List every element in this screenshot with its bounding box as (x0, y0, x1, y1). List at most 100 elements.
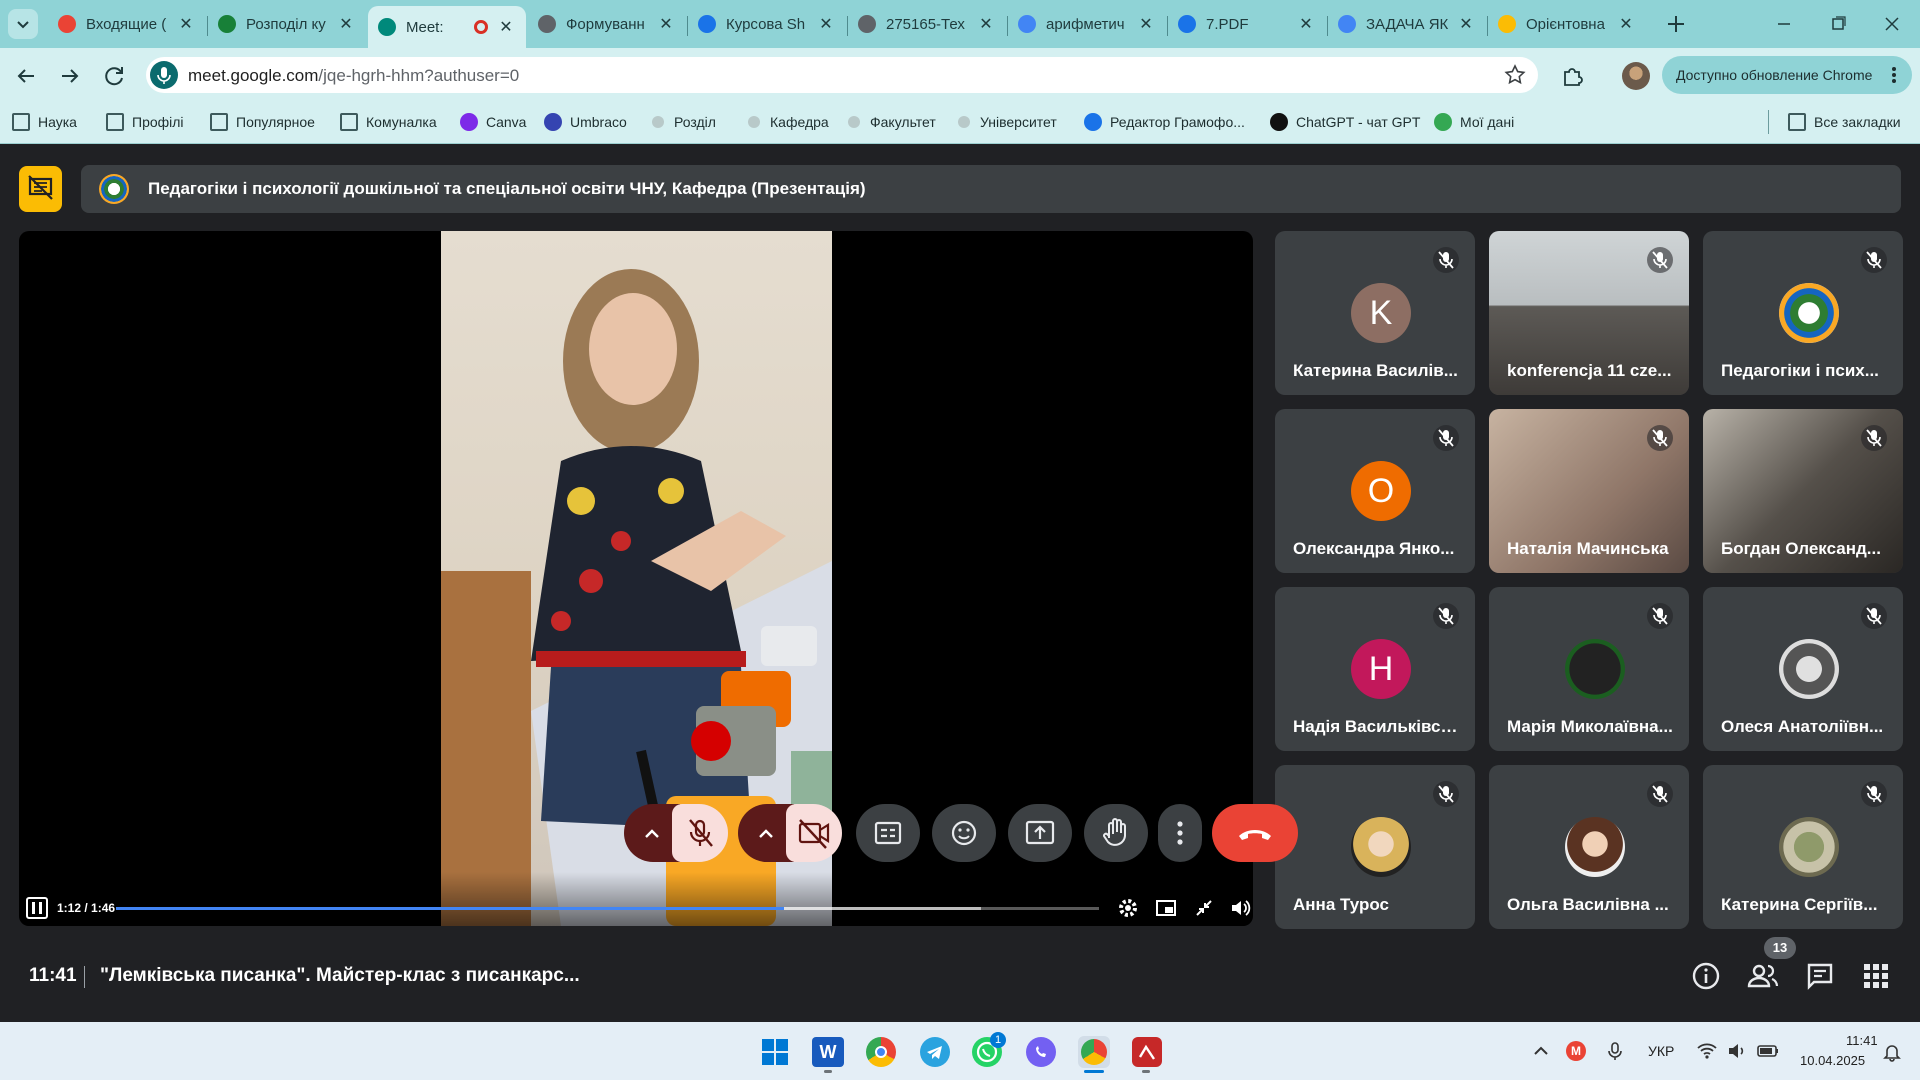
bookmark-12[interactable]: Мої дані (1434, 110, 1514, 134)
taskbar-chrome-active[interactable] (1078, 1036, 1110, 1068)
input-language[interactable]: УКР (1648, 1043, 1674, 1059)
tray-wifi[interactable] (1696, 1040, 1718, 1062)
people-button[interactable] (1746, 960, 1780, 992)
restore-button[interactable] (1818, 10, 1858, 38)
reactions-button[interactable] (932, 804, 996, 862)
avatar: H (1351, 639, 1411, 699)
tab-9[interactable]: Орієнтовна ✕ (1488, 6, 1646, 42)
tab-0[interactable]: Входящие (✕ (48, 6, 206, 42)
bookmark-4[interactable]: Canva (460, 110, 526, 134)
stop-presenting-button[interactable] (19, 166, 62, 212)
video-progress-track[interactable] (116, 907, 1099, 910)
miniplayer-button[interactable] (1155, 897, 1177, 919)
captions-button[interactable] (856, 804, 920, 862)
tray-battery[interactable] (1756, 1040, 1780, 1062)
all-bookmarks-button[interactable]: Все закладки (1788, 110, 1901, 134)
hang-up-icon (1239, 830, 1271, 840)
participant-tile[interactable]: Олеся Анатоліївн... (1703, 587, 1903, 751)
pause-button[interactable] (26, 897, 48, 919)
participant-tile[interactable]: K Катерина Василів... (1275, 231, 1475, 395)
raise-hand-button[interactable] (1084, 804, 1148, 862)
close-tab-icon[interactable]: ✕ (816, 14, 836, 34)
bookmark-0[interactable]: Наука (12, 110, 77, 134)
tab-8[interactable]: ЗАДАЧА ЯК ✕ (1328, 6, 1486, 42)
tray-overflow-button[interactable] (1530, 1040, 1552, 1062)
close-tab-icon[interactable]: ✕ (1456, 14, 1476, 34)
taskbar-viber[interactable] (1026, 1037, 1056, 1067)
video-settings-button[interactable] (1117, 897, 1139, 919)
extensions-button[interactable] (1558, 62, 1586, 90)
participant-tile[interactable]: O Олександра Янко... (1275, 409, 1475, 573)
bookmark-1[interactable]: Профілі (106, 110, 184, 134)
new-tab-button[interactable] (1662, 10, 1690, 38)
participant-tile[interactable]: Педагогіки і псих... (1703, 231, 1903, 395)
bookmark-8[interactable]: Факультет (848, 110, 936, 134)
meeting-details-button[interactable] (1690, 960, 1722, 992)
participant-tile[interactable]: Богдан Олександ... (1703, 409, 1903, 573)
exit-fullscreen-button[interactable] (1193, 897, 1215, 919)
bookmark-11[interactable]: ChatGPT - чат GPT (1270, 110, 1420, 134)
tab-5[interactable]: 275165-Тех ✕ (848, 6, 1006, 42)
reload-button[interactable] (100, 62, 128, 90)
leave-call-button[interactable] (1212, 804, 1298, 862)
tab-7[interactable]: 7.PDF ✕ (1168, 6, 1326, 42)
address-bar[interactable]: meet.google.com/jqe-hgrh-hhm?authuser=0 (146, 57, 1538, 93)
mic-toggle-button[interactable] (672, 804, 728, 862)
forward-button[interactable] (56, 62, 84, 90)
bookmark-3[interactable]: Комуналка (340, 110, 437, 134)
participant-tile[interactable]: Катерина Сергіїв... (1703, 765, 1903, 929)
close-tab-icon[interactable]: ✕ (496, 17, 516, 37)
bookmark-10[interactable]: Редактор Грамофо... (1084, 110, 1245, 134)
tab-2[interactable]: Meet: ✕ (368, 6, 526, 48)
volume-button[interactable] (1229, 897, 1251, 919)
camera-toggle-button[interactable] (786, 804, 842, 862)
present-screen-button[interactable] (1008, 804, 1072, 862)
participant-tile[interactable]: Наталія Мачинська (1489, 409, 1689, 573)
participant-tile[interactable]: konferencja 11 cze... (1489, 231, 1689, 395)
taskbar-telegram[interactable] (920, 1037, 950, 1067)
participant-tile[interactable]: H Надія Васильківсь... (1275, 587, 1475, 751)
tab-3[interactable]: Формуванн ✕ (528, 6, 686, 42)
close-tab-icon[interactable]: ✕ (1616, 14, 1636, 34)
close-tab-icon[interactable]: ✕ (176, 14, 196, 34)
tab-1[interactable]: Розподіл ку ✕ (208, 6, 366, 42)
tray-volume[interactable] (1726, 1040, 1748, 1062)
bookmark-2[interactable]: Популярное (210, 110, 315, 134)
taskbar-word[interactable]: W (812, 1037, 844, 1067)
bookmark-star-button[interactable] (1502, 62, 1528, 88)
taskbar-chrome[interactable] (866, 1037, 896, 1067)
start-button[interactable] (760, 1037, 790, 1067)
participant-tile[interactable]: Марія Миколаївна... (1489, 587, 1689, 751)
tray-microphone[interactable] (1604, 1040, 1626, 1062)
close-tab-icon[interactable]: ✕ (1136, 14, 1156, 34)
taskbar-date[interactable]: 10.04.2025 (1800, 1053, 1865, 1068)
tab-4[interactable]: Курсова Sh ✕ (688, 6, 846, 42)
close-tab-icon[interactable]: ✕ (1296, 14, 1316, 34)
notifications-button[interactable] (1882, 1042, 1902, 1062)
bookmark-6[interactable]: Розділ (652, 110, 716, 134)
minimize-button[interactable] (1764, 10, 1804, 38)
mic-indicator[interactable] (150, 61, 178, 89)
back-button[interactable] (12, 62, 40, 90)
close-window-button[interactable] (1872, 10, 1912, 38)
bookmark-5[interactable]: Umbraco (544, 110, 627, 134)
activities-button[interactable] (1860, 960, 1892, 992)
chat-button[interactable] (1804, 960, 1836, 992)
tab-6[interactable]: арифметич ✕ (1008, 6, 1166, 42)
tab-search-button[interactable] (8, 9, 38, 39)
tray-gmail[interactable]: M (1566, 1041, 1586, 1061)
close-tab-icon[interactable]: ✕ (656, 14, 676, 34)
avatar: K (1351, 283, 1411, 343)
chrome-update-button[interactable]: Доступно обновление Chrome (1662, 56, 1912, 94)
close-tab-icon[interactable]: ✕ (336, 14, 356, 34)
close-tab-icon[interactable]: ✕ (976, 14, 996, 34)
avatar-initial: O (1367, 471, 1395, 510)
more-options-button[interactable] (1158, 804, 1202, 862)
participant-tile[interactable]: Анна Турос (1275, 765, 1475, 929)
bookmark-7[interactable]: Кафедра (748, 110, 829, 134)
participant-tile[interactable]: Ольга Василівна ... (1489, 765, 1689, 929)
taskbar-pdf-app[interactable] (1132, 1037, 1162, 1067)
bookmark-9[interactable]: Університет (958, 110, 1057, 134)
profile-avatar[interactable] (1622, 62, 1650, 90)
taskbar-time[interactable]: 11:41 (1846, 1033, 1878, 1048)
